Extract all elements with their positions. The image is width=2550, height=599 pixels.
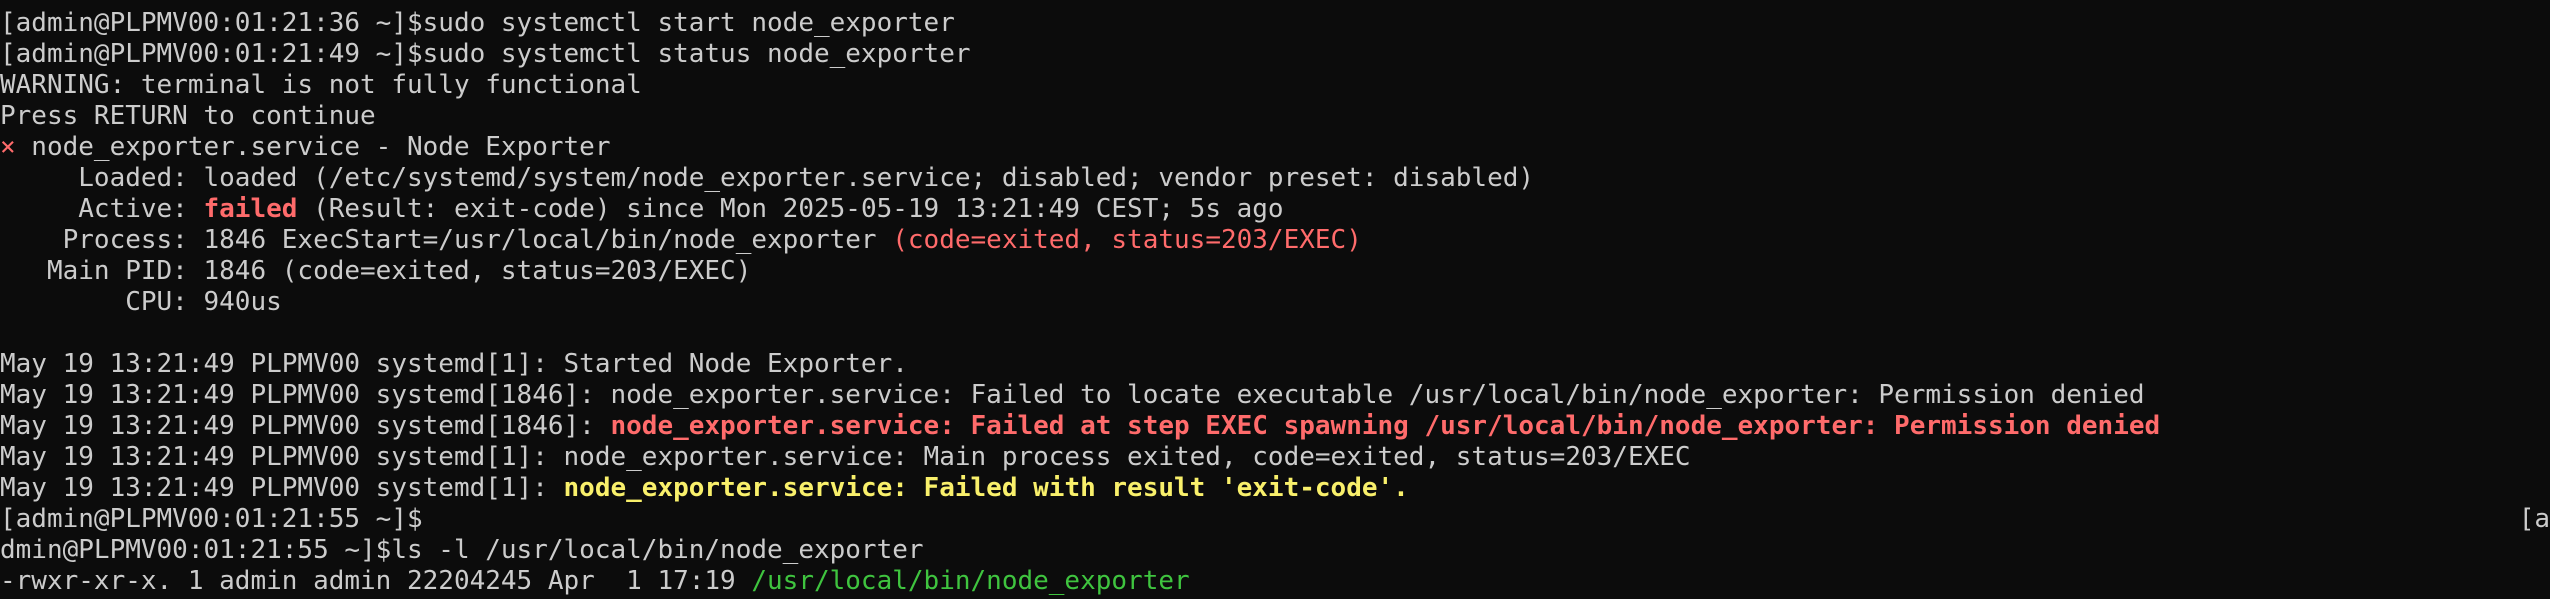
- terminal-line: dmin@PLPMV00:01:21:55 ~]$ls -l /usr/loca…: [0, 535, 2550, 566]
- terminal-text: May 19 13:21:49 PLPMV00 systemd[1]: node…: [0, 442, 1691, 472]
- terminal-text: (Result: exit-code) since Mon 2025-05-19…: [297, 194, 1284, 224]
- terminal-text: dmin@PLPMV00:01:21:55 ~]$ls -l /usr/loca…: [0, 535, 924, 565]
- terminal-text: Process: 1846 ExecStart=/usr/local/bin/n…: [0, 225, 893, 255]
- terminal-line: May 19 13:21:49 PLPMV00 systemd[1846]: n…: [0, 380, 2550, 411]
- terminal-text: May 19 13:21:49 PLPMV00 systemd[1846]: n…: [0, 380, 2145, 410]
- terminal-text: Active:: [0, 194, 204, 224]
- terminal-line: Press RETURN to continue: [0, 101, 2550, 132]
- terminal-text: May 19 13:21:49 PLPMV00 systemd[1]: Star…: [0, 349, 908, 379]
- terminal-text: May 19 13:21:49 PLPMV00 systemd[1]:: [0, 473, 564, 503]
- terminal-line: May 19 13:21:49 PLPMV00 systemd[1]: node…: [0, 442, 2550, 473]
- terminal-text: [admin@PLPMV00:01:21:36 ~]$sudo systemct…: [0, 8, 955, 38]
- terminal-text: node_exporter.service - Node Exporter: [15, 132, 611, 162]
- terminal-line: [admin@PLPMV00:01:21:49 ~]$sudo systemct…: [0, 39, 2550, 70]
- terminal-window[interactable]: [admin@PLPMV00:01:21:36 ~]$sudo systemct…: [0, 8, 2550, 599]
- terminal-text: WARNING: terminal is not fully functiona…: [0, 70, 642, 100]
- line-wrap-marker: [a: [2518, 504, 2550, 534]
- terminal-line: Main PID: 1846 (code=exited, status=203/…: [0, 256, 2550, 287]
- terminal-line: Active: failed (Result: exit-code) since…: [0, 194, 2550, 225]
- terminal-highlight: (code=exited, status=203/EXEC): [892, 225, 1362, 255]
- terminal-highlight: ×: [0, 132, 16, 162]
- terminal-line: May 19 13:21:49 PLPMV00 systemd[1]: Star…: [0, 349, 2550, 380]
- terminal-text: Press RETURN to continue: [0, 101, 376, 131]
- terminal-text: Main PID: 1846 (code=exited, status=203/…: [0, 256, 752, 286]
- terminal-highlight: failed: [203, 194, 298, 224]
- terminal-line: Loaded: loaded (/etc/systemd/system/node…: [0, 163, 2550, 194]
- terminal-text: Loaded: loaded (/etc/systemd/system/node…: [0, 163, 1535, 193]
- terminal-text: May 19 13:21:49 PLPMV00 systemd[1846]:: [0, 411, 611, 441]
- terminal-line: [admin@PLPMV00:01:21:55 ~]$ [a: [0, 504, 2550, 535]
- terminal-line: × node_exporter.service - Node Exporter: [0, 132, 2550, 163]
- terminal-highlight: node_exporter.service: Failed at step EX…: [610, 411, 2161, 441]
- terminal-line: -rwxr-xr-x. 1 admin admin 22204245 Apr 1…: [0, 566, 2550, 597]
- terminal-line: [admin@PLPMV00:01:21:36 ~]$sudo systemct…: [0, 8, 2550, 39]
- terminal-line: May 19 13:21:49 PLPMV00 systemd[1846]: n…: [0, 411, 2550, 442]
- terminal-line: May 19 13:21:49 PLPMV00 systemd[1]: node…: [0, 473, 2550, 504]
- terminal-line: CPU: 940us: [0, 287, 2550, 318]
- terminal-text: CPU: 940us: [0, 287, 282, 317]
- terminal-text: [admin@PLPMV00:01:21:49 ~]$sudo systemct…: [0, 39, 971, 69]
- terminal-text: [admin@PLPMV00:01:21:55 ~]$: [0, 504, 423, 534]
- terminal-text: -rwxr-xr-x. 1 admin admin 22204245 Apr 1…: [0, 566, 752, 596]
- terminal-highlight: /usr/local/bin/node_exporter: [751, 566, 1190, 596]
- terminal-line: Process: 1846 ExecStart=/usr/local/bin/n…: [0, 225, 2550, 256]
- terminal-highlight: node_exporter.service: Failed with resul…: [563, 473, 1409, 503]
- terminal-line: WARNING: terminal is not fully functiona…: [0, 70, 2550, 101]
